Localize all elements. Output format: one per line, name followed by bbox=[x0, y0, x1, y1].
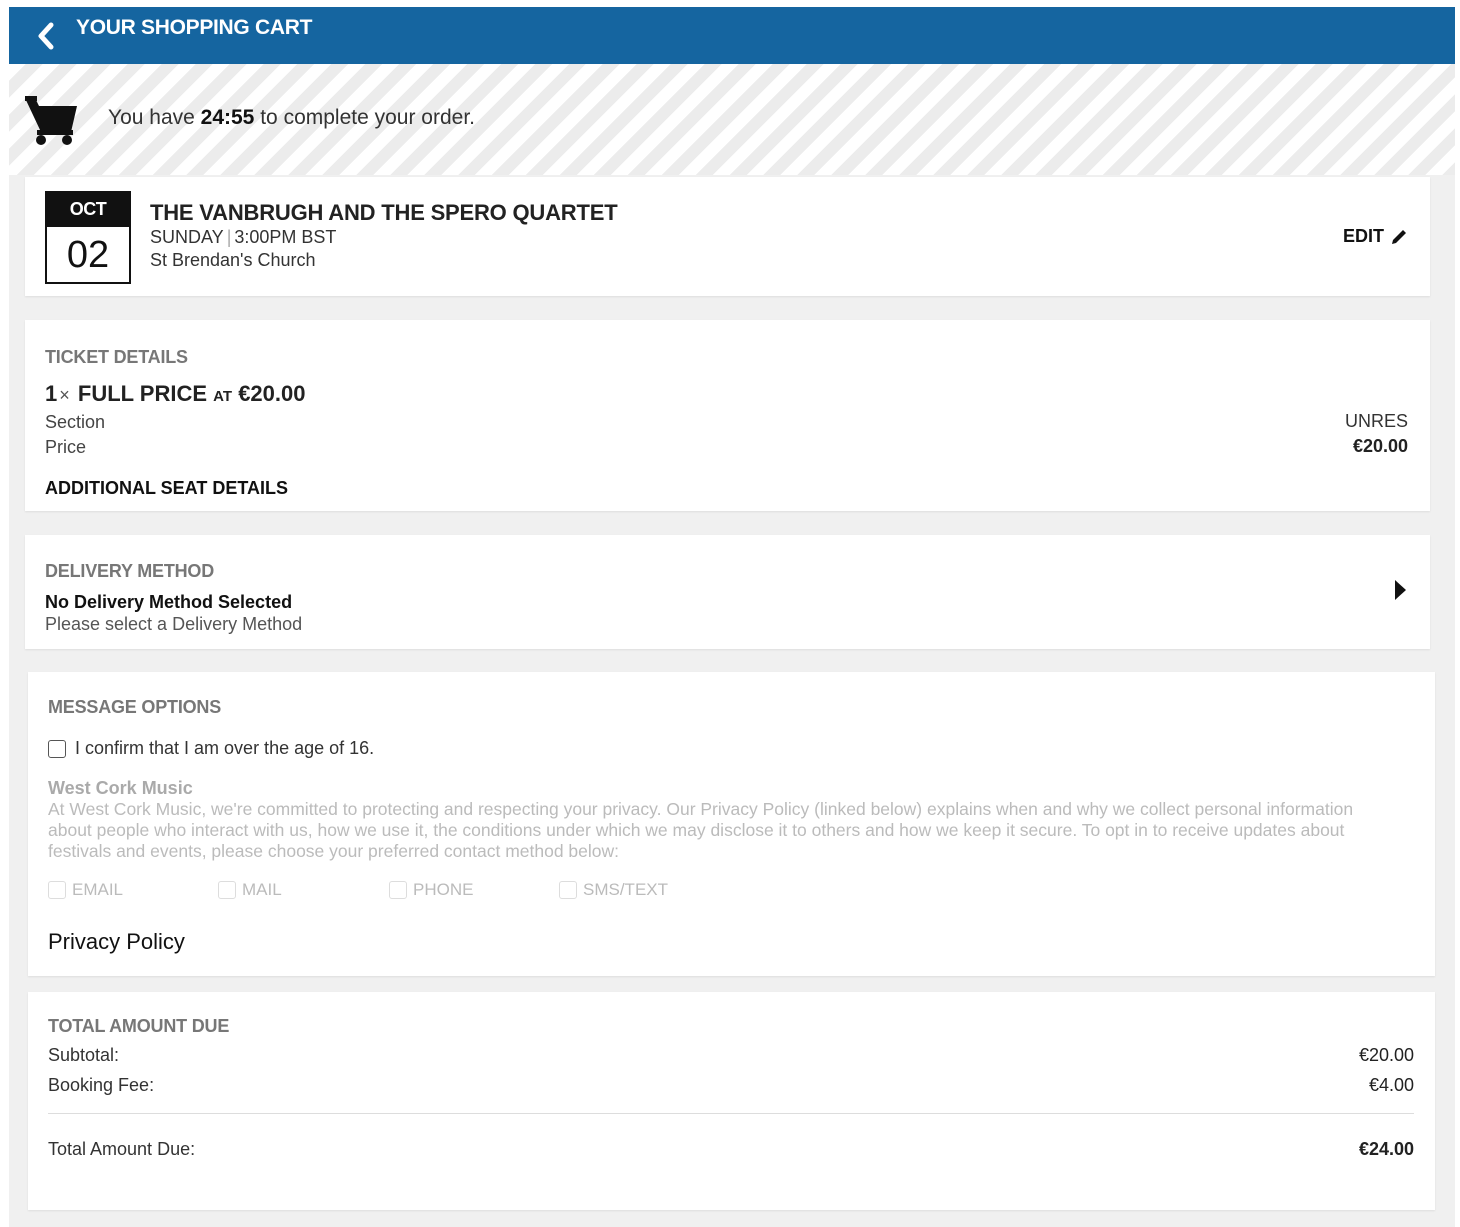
total-section-title: TOTAL AMOUNT DUE bbox=[48, 1016, 230, 1036]
contact-option-sms: SMS/TEXT bbox=[559, 880, 668, 900]
chevron-left-icon bbox=[38, 22, 54, 50]
delivery-hint: Please select a Delivery Method bbox=[45, 614, 303, 634]
mail-checkbox[interactable] bbox=[218, 881, 236, 899]
section-value: UNRES bbox=[1344, 411, 1408, 431]
date-day: 02 bbox=[66, 234, 110, 276]
ticket-details-card: TICKET DETAILS 1 × FULL PRICE AT €20.00 S… bbox=[25, 320, 1430, 511]
section-label: Section bbox=[45, 412, 106, 432]
edit-button[interactable]: EDIT bbox=[1343, 226, 1408, 247]
cart-icon bbox=[25, 96, 77, 145]
price-value: €20.00 bbox=[1352, 436, 1408, 456]
phone-checkbox[interactable] bbox=[389, 881, 407, 899]
booking-fee-label: Booking Fee: bbox=[48, 1075, 155, 1095]
privacy-policy-link[interactable]: Privacy Policy bbox=[48, 929, 185, 955]
timer-message: You have 24:55 to complete your order. bbox=[108, 106, 475, 130]
date-badge: OCT 02 bbox=[45, 191, 131, 284]
timer-suffix: to complete your order. bbox=[260, 106, 475, 129]
page-title: YOUR SHOPPING CART bbox=[76, 16, 313, 39]
org-name: West Cork Music bbox=[48, 778, 193, 798]
contact-option-phone: PHONE bbox=[389, 880, 473, 900]
event-card: OCT 02 THE VANBRUGH AND THE SPERO QUARTE… bbox=[25, 177, 1430, 296]
event-time: 3:00PM BST bbox=[234, 227, 337, 247]
sms-label: SMS/TEXT bbox=[583, 880, 669, 899]
delivery-method-card[interactable]: DELIVERY METHOD No Delivery Method Selec… bbox=[25, 535, 1430, 649]
ticket-line: 1 × FULL PRICE AT €20.00 bbox=[45, 381, 305, 407]
age-confirm-label: I confirm that I am over the age of 16. bbox=[75, 738, 375, 758]
date-month: OCT bbox=[47, 193, 129, 227]
ticket-type: FULL PRICE bbox=[77, 381, 208, 406]
caret-right-icon[interactable] bbox=[1393, 579, 1407, 601]
event-title: THE VANBRUGH AND THE SPERO QUARTET bbox=[150, 200, 618, 225]
ticket-section-title: TICKET DETAILS bbox=[45, 347, 188, 367]
subtotal-label: Subtotal: bbox=[48, 1045, 120, 1065]
email-label: EMAIL bbox=[72, 880, 124, 899]
message-section-title: MESSAGE OPTIONS bbox=[48, 697, 222, 717]
mail-label: MAIL bbox=[242, 880, 282, 899]
timer-prefix: You have bbox=[108, 106, 195, 129]
total-due-value: €24.00 bbox=[1358, 1139, 1414, 1159]
subtotal-value: €20.00 bbox=[1358, 1045, 1414, 1065]
back-button[interactable] bbox=[33, 16, 59, 56]
timer-countdown: 24:55 bbox=[200, 106, 255, 129]
total-amount-card: TOTAL AMOUNT DUE Subtotal: €20.00 Bookin… bbox=[28, 992, 1435, 1210]
privacy-description: At West Cork Music, we're committed to p… bbox=[48, 799, 1354, 861]
age-confirm-row: I confirm that I am over the age of 16. bbox=[48, 738, 374, 759]
ticket-quantity: 1 bbox=[45, 381, 58, 406]
email-checkbox[interactable] bbox=[48, 881, 66, 899]
timer-banner: You have 24:55 to complete your order. bbox=[9, 64, 1455, 175]
sms-checkbox[interactable] bbox=[559, 881, 577, 899]
event-venue: St Brendan's Church bbox=[150, 250, 316, 270]
times-symbol: × bbox=[59, 385, 70, 405]
ticket-at: AT bbox=[213, 388, 233, 405]
delivery-section-title: DELIVERY METHOD bbox=[45, 561, 215, 581]
cart-page: YOUR SHOPPING CART You have 24:55 to com… bbox=[9, 7, 1455, 1227]
message-options-card: MESSAGE OPTIONS I confirm that I am over… bbox=[28, 672, 1435, 976]
edit-label: EDIT bbox=[1342, 226, 1384, 246]
contact-option-email: EMAIL bbox=[48, 880, 123, 900]
total-due-label: Total Amount Due: bbox=[48, 1139, 196, 1159]
price-label: Price bbox=[45, 437, 87, 457]
pencil-icon bbox=[1392, 229, 1406, 244]
totals-divider bbox=[48, 1113, 1414, 1114]
ticket-price: €20.00 bbox=[238, 381, 306, 406]
additional-seat-details-link[interactable]: ADDITIONAL SEAT DETAILS bbox=[45, 478, 288, 499]
header-bar: YOUR SHOPPING CART bbox=[9, 7, 1455, 64]
event-separator: | bbox=[226, 227, 232, 247]
event-weekday: SUNDAY bbox=[150, 227, 224, 247]
event-datetime: SUNDAY | 3:00PM BST bbox=[150, 227, 336, 248]
contact-option-mail: MAIL bbox=[218, 880, 282, 900]
phone-label: PHONE bbox=[413, 880, 474, 899]
booking-fee-value: €4.00 bbox=[1368, 1075, 1414, 1095]
age-confirm-checkbox[interactable] bbox=[48, 739, 66, 758]
delivery-status: No Delivery Method Selected bbox=[45, 592, 293, 612]
